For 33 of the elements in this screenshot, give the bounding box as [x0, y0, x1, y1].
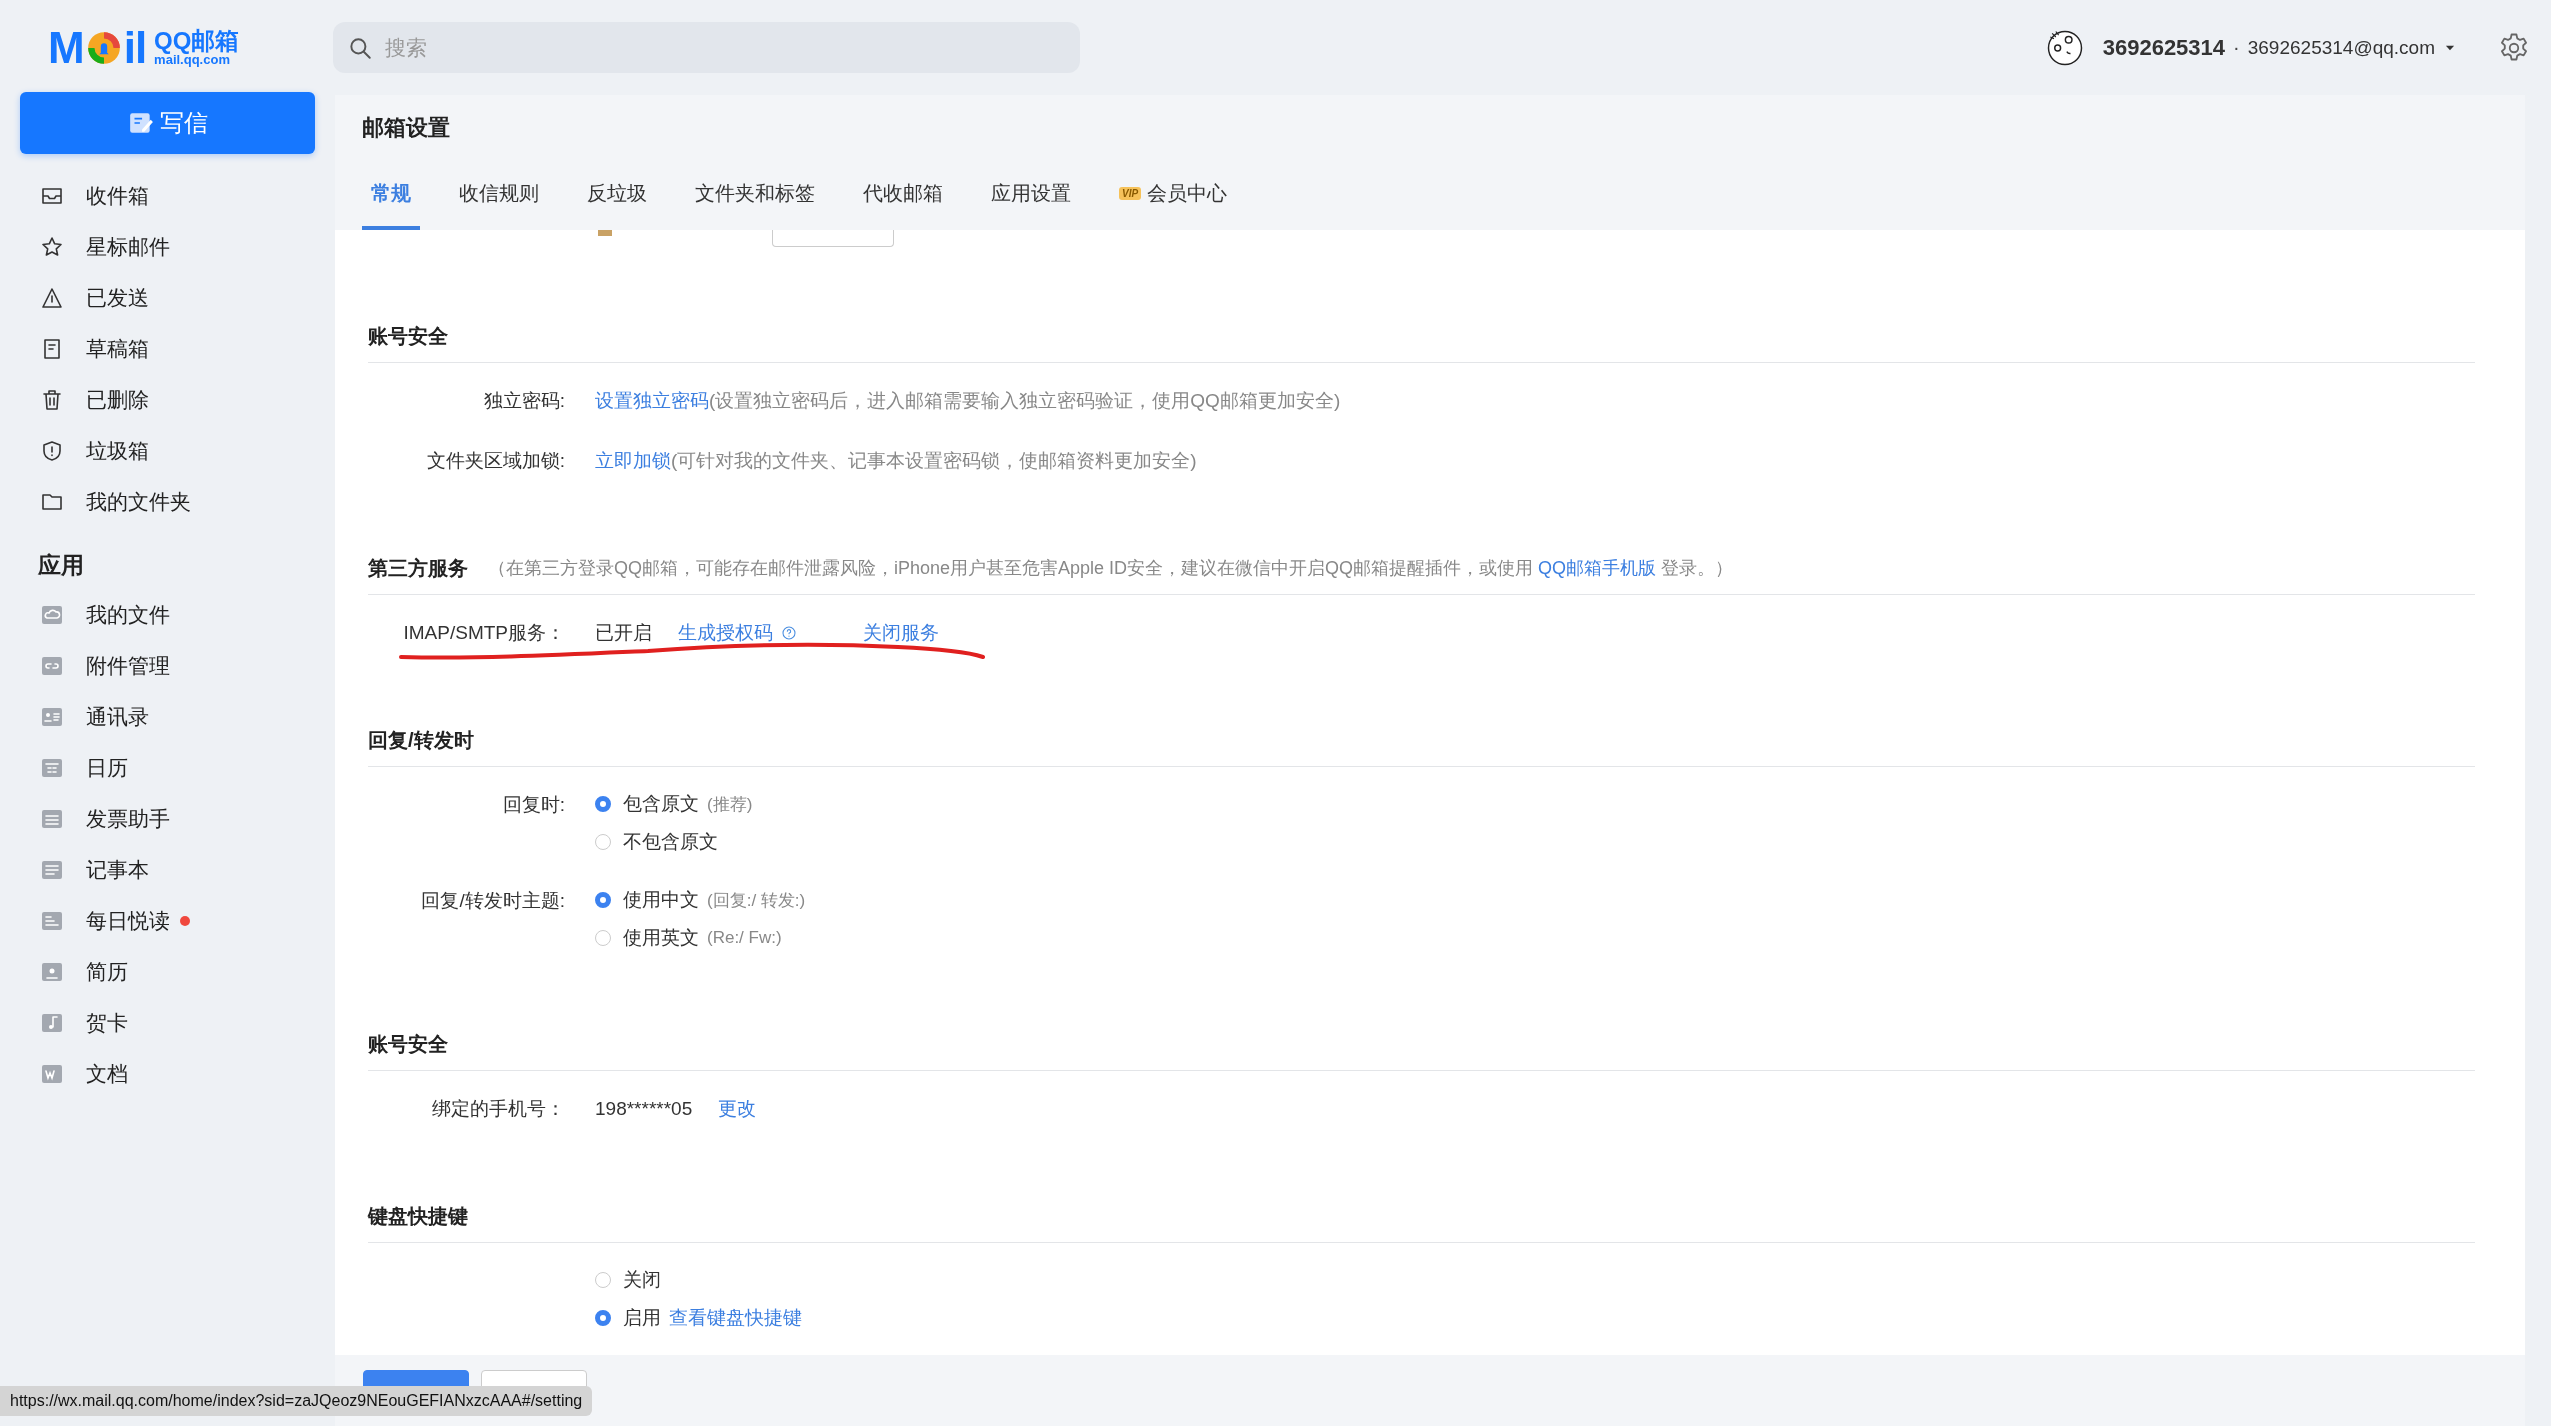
section-title: 第三方服务 [368, 555, 468, 581]
option-hint: (回复:/ 转发:) [707, 889, 806, 912]
link-url-tooltip: https://wx.mail.qq.com/home/index?sid=zaJQeoz9NEouGEFIANxzcAAA#/setting [0, 1386, 593, 1416]
option-label: 使用中文 [623, 888, 699, 912]
vip-badge: VIP [1119, 186, 1142, 200]
section-title: 回复/转发时 [368, 727, 474, 753]
account-number: 3692625314 [2102, 34, 2226, 61]
option-hint: (Re:/ Fw:) [707, 928, 782, 948]
field-label: 文件夹区域加锁: [426, 450, 565, 471]
separator-dot: · [2233, 36, 2240, 59]
field-label: IMAP/SMTP服务： [403, 622, 565, 643]
option-label: 不包含原文 [623, 830, 718, 854]
status-text: 已开启 [595, 621, 652, 645]
logo-letters: il [123, 22, 147, 73]
field-label: 绑定的手机号： [432, 1098, 565, 1119]
option-label: 使用英文 [623, 926, 699, 950]
setting-text: 设置独立密码(设置独立密码后，进入邮箱需要输入独立密码验证，使用QQ邮箱更加安全) [595, 389, 1341, 413]
section-title: 键盘快捷键 [368, 1203, 468, 1229]
field-label: 回复时: [502, 794, 565, 815]
section-note: （在第三方登录QQ邮箱，可能存在邮件泄露风险，iPhone用户甚至危害Apple ID安全，建议在微信中开启QQ邮箱提醒插件，或使用 QQ邮箱手机版 登录。） [488, 557, 1734, 580]
option-hint: (推荐) [707, 793, 753, 816]
option-label: 启用 [623, 1306, 661, 1330]
section-title: 账号安全 [368, 1031, 448, 1057]
option-label: 包含原文 [623, 792, 699, 816]
field-label: 独立密码: [483, 390, 565, 411]
option-label: 关闭 [623, 1268, 661, 1292]
page-title: 邮箱设置 [362, 114, 451, 142]
field-label: 回复/转发时主题: [421, 890, 565, 911]
phone-number: 198******05 [595, 1098, 693, 1120]
logo-letters: M [48, 22, 84, 73]
section-heading: 应用 [37, 551, 85, 580]
section-title: 账号安全 [368, 323, 448, 349]
setting-text: 立即加锁(可针对我的文件夹、记事本设置密码锁，使邮箱资料更加安全) [595, 449, 1197, 473]
